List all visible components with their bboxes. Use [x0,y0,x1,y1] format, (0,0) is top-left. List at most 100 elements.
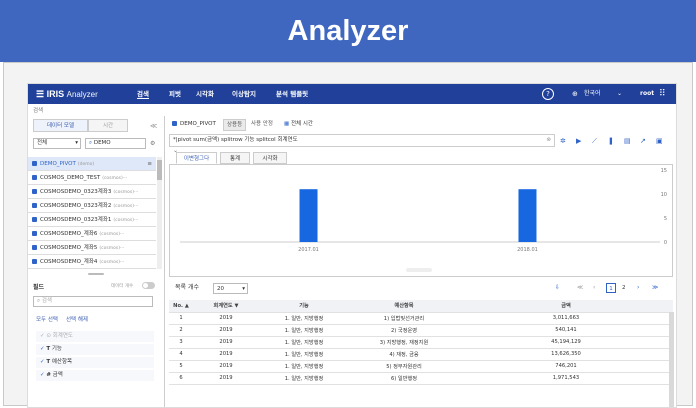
user-name[interactable]: root [640,88,654,100]
model-item[interactable]: COSMOS_DEMO_TEST (cosmos)··· [28,171,156,185]
rows-count-select[interactable]: 20 ▾ [213,283,248,294]
table-row[interactable]: 4 2019 1. 일반, 지방행정 4) 재정, 금융 13,626,350 [169,348,673,361]
tab-toolbar-1[interactable]: 사용 안정 [248,119,276,129]
rows-count-label: 목록 개수 [175,284,199,291]
chevron-down-icon[interactable]: ⌄ [617,88,622,100]
tab-data-model[interactable]: 데이터 모델 [33,119,88,132]
database-icon [172,121,177,126]
bookmark-icon[interactable]: ❚ [608,137,614,146]
deselect-all-button[interactable]: 선택 해제 [66,315,88,326]
fields-title: 필드 [33,284,45,291]
field-search-input[interactable]: ⌕ 검색 [33,296,153,307]
database-icon [32,217,37,222]
column-header[interactable]: No. ▲ [169,300,193,313]
table-row[interactable]: 3 2019 1. 일반, 지방행정 3) 지방행정, 재정지원 45,194,129 [169,336,673,349]
iris-logo-icon: ☰ [36,89,47,99]
menu-icon[interactable]: ≡ [147,157,152,171]
settings-icon[interactable]: ✲ [560,137,566,146]
bar-chart-svg: 2017.01 2018.01 15 10 5 0 [180,168,667,253]
model-item[interactable]: COSMOSDEMO_계좌6 (cosmos)··· [28,227,156,241]
field-row[interactable]: ✓ T 기능 [36,344,154,355]
table-row[interactable]: 5 2019 1. 일반, 지방행정 5) 정부자원관리 746,201 [169,360,673,373]
tab-time[interactable]: 시간 [88,119,128,132]
nav-template[interactable]: 분석 템플릿 [276,90,308,98]
bar[interactable] [518,189,537,242]
column-header[interactable]: 금액 [459,300,673,313]
nav-pivot[interactable]: 피벗 [169,90,181,98]
table-row[interactable]: 2 2019 1. 일반, 지방행정 2) 국정운영 540,141 [169,324,673,337]
table-row[interactable]: 6 2019 1. 일반, 지방행정 6) 일반행정 1,971,543 [169,372,673,385]
app-grid-icon[interactable]: ⠿ [659,88,666,100]
nav-anomaly[interactable]: 이상탐지 [232,90,256,98]
chart-resize-handle[interactable] [406,268,432,272]
filter-icon[interactable]: ⚙ [150,140,155,147]
chart-line-icon[interactable]: ⟋ [592,137,597,146]
nav-visualization[interactable]: 시각화 [196,90,214,98]
y-tick-label: 15 [661,168,667,174]
database-icon [32,259,37,264]
model-item[interactable]: COSMOSDEMO_0323계좌1 (cosmos)··· [28,213,156,227]
column-header[interactable]: 기능 [259,300,349,313]
model-search-input[interactable]: ⌕ DEMO [85,138,146,149]
analyzer-window: ☰ IRIS Analyzer 검색 피벗 시각화 이상탐지 분석 템플릿 ? … [27,83,677,408]
tab-visualization[interactable]: 시각화 [253,152,287,164]
panel-resize-handle[interactable] [88,273,104,275]
select-all-button[interactable]: 모두 선택 [36,315,58,326]
close-icon[interactable]: ⊗ [546,135,551,146]
globe-icon[interactable]: ⊕ [572,88,578,100]
share-icon[interactable]: ↗ [640,137,646,146]
chevron-down-icon: ▾ [75,140,78,146]
next-page-icon[interactable]: › [637,283,639,293]
collapse-panel-icon[interactable]: ≪ [150,122,157,130]
page-2-button[interactable]: 2 [622,283,626,293]
query-input[interactable]: *|pivot sum(금액) splitrow 기능 splitcol 회계연… [169,134,555,147]
field-type-icon: T [46,359,51,365]
field-type-icon: ⊙ [46,333,51,339]
x-tick-label: 2017.01 [298,247,319,253]
x-tick-label: 2018.01 [517,247,538,253]
database-icon [32,189,37,194]
document-icon[interactable]: ▣ [656,137,663,146]
breadcrumb: 검색 [33,108,44,114]
field-row[interactable]: ✓ # 금액 [36,370,154,381]
database-icon [32,203,37,208]
time-range-button[interactable]: ▦ 전체 시간 [281,119,316,129]
field-type-icon: # [46,372,51,378]
table-row[interactable]: 1 2019 1. 일반, 지방행정 1) 입법및선거관리 3,011,663 [169,312,673,325]
download-icon[interactable]: ⇩ [555,283,560,293]
calendar-icon: ▦ [284,121,291,127]
model-item[interactable]: COSMOSDEMO_계좌4 (cosmos)··· [28,255,156,269]
model-item[interactable]: COSMOSDEMO_0323계좌2 (cosmos)··· [28,199,156,213]
model-list-scroll-thumb[interactable] [157,160,162,180]
tab-statistics[interactable]: 통계 [220,152,250,164]
tab-toolbar-0[interactable]: 상용등 [223,119,247,131]
column-header[interactable]: 회계연도 ▼ [193,300,259,313]
field-type-icon: T [46,346,51,352]
bar-chart: 2017.01 2018.01 15 10 5 0 [169,164,673,277]
model-item[interactable]: COSMOSDEMO_0323계좌3 (cosmos)··· [28,185,156,199]
table-scrollbar[interactable] [669,312,674,407]
language-select[interactable]: 한국어 [584,88,601,100]
first-page-icon[interactable]: ≪ [577,283,583,293]
app-logo[interactable]: ☰ IRIS Analyzer [36,88,98,101]
model-item[interactable]: DEMO_PIVOT (demo) ≡ [28,157,156,171]
run-icon[interactable]: ▶ [576,137,581,146]
model-item[interactable]: COSMOSDEMO_계좌5 (cosmos)··· [28,241,156,255]
nav-search[interactable]: 검색 [137,90,149,99]
report-icon[interactable]: ▤ [624,137,631,146]
tab-model[interactable]: DEMO_PIVOT [169,119,219,129]
prev-page-icon[interactable]: ‹ [593,283,595,293]
field-row[interactable]: ✓ ⊙ 회계연도 [36,331,154,342]
count-toggle-label: 데이터 개수 [111,284,134,289]
column-header[interactable]: 예산항목 [349,300,459,313]
tab-results[interactable]: 이변형그다 [176,152,217,164]
count-toggle[interactable] [142,282,155,289]
help-icon[interactable]: ? [542,88,554,100]
y-tick-label: 5 [664,216,667,222]
scope-select[interactable]: 전체 ▾ [33,138,81,149]
bar[interactable] [299,189,318,242]
page-1-button[interactable]: 1 [606,283,616,293]
last-page-icon[interactable]: ≫ [652,283,658,293]
field-row[interactable]: ✓ T 예산항목 [36,357,154,368]
top-navigation-bar: ☰ IRIS Analyzer 검색 피벗 시각화 이상탐지 분석 템플릿 ? … [28,84,676,104]
